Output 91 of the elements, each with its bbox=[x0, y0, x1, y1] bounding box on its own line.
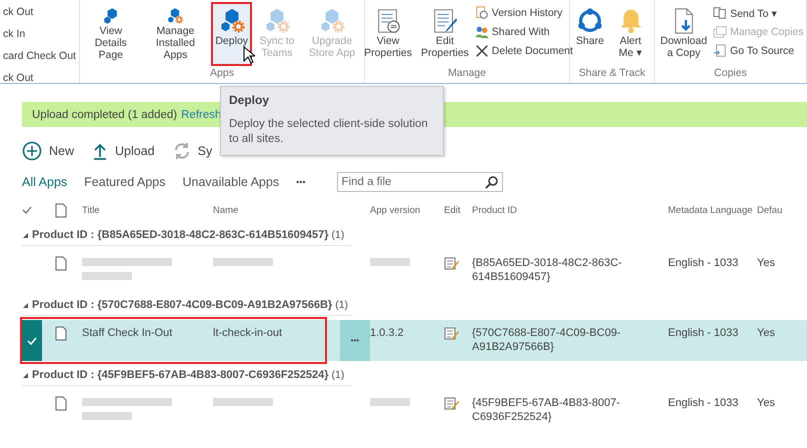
view-tab[interactable]: Featured Apps bbox=[84, 175, 166, 189]
title-cell: Staff Check In-Out bbox=[82, 326, 172, 340]
delete-icon bbox=[474, 44, 489, 58]
collapse-arrow-icon[interactable] bbox=[22, 302, 29, 308]
collapse-arrow-icon[interactable] bbox=[22, 372, 29, 378]
product-id-cell-text: {45F9BEF5-67AB-4B83-8007-C6936F252524} bbox=[472, 396, 621, 424]
mouse-cursor-icon bbox=[243, 46, 255, 64]
copies-icon bbox=[713, 25, 728, 39]
add-icon bbox=[22, 141, 42, 161]
group-label: Copies bbox=[714, 67, 747, 80]
column-header[interactable]: Title bbox=[82, 204, 100, 216]
language-cell: English - 1033 bbox=[668, 326, 738, 340]
default-cell: Yes bbox=[757, 396, 775, 410]
ribbon-button[interactable]: View Details Page bbox=[82, 2, 140, 66]
table-row[interactable]: Staff Check In-Out lt-check-in-out ••• 1.0.3.2 {570C7688-E807-4C09-BC09-A91B2A97566B} English - 1033 Yes bbox=[22, 320, 807, 361]
group-count: (1) bbox=[335, 299, 348, 311]
blurred-text bbox=[370, 398, 410, 406]
table-row[interactable]: {45F9BEF5-67AB-4B83-8007-C6936F252524} English - 1033 Yes bbox=[22, 390, 807, 431]
check-icon bbox=[22, 205, 32, 215]
ribbon-menu-item[interactable]: Delete Document bbox=[474, 43, 574, 59]
group-count: (1) bbox=[332, 369, 344, 381]
ribbon-button[interactable]: View Properties bbox=[360, 2, 416, 66]
ribbon-button[interactable]: Manage Installed Apps bbox=[140, 2, 210, 66]
version-cell: 1.0.3.2 bbox=[370, 326, 404, 340]
notification-text: Upload completed (1 added) bbox=[32, 108, 178, 120]
column-header[interactable]: App version bbox=[370, 204, 420, 216]
tooltip-title: Deploy bbox=[229, 93, 270, 107]
group-label: Manage bbox=[448, 67, 486, 80]
ribbon-button[interactable]: Edit Properties bbox=[416, 2, 473, 66]
ribbon-menu-item[interactable]: ck In bbox=[2, 27, 77, 41]
column-header[interactable]: Edit bbox=[444, 204, 460, 216]
ribbon-menu-item[interactable]: Send To ▾ bbox=[712, 5, 805, 21]
upload-icon bbox=[92, 142, 108, 160]
language-cell: English - 1033 bbox=[668, 396, 738, 410]
column-header[interactable]: Metadata Language bbox=[668, 204, 753, 216]
document-icon bbox=[55, 256, 67, 271]
more-button[interactable]: ••• bbox=[340, 320, 370, 361]
name-cell: lt-check-in-out bbox=[213, 326, 282, 340]
edit-icon bbox=[444, 396, 459, 411]
share-icon bbox=[576, 7, 604, 35]
ribbon-menu-item[interactable]: card Check Out bbox=[2, 49, 77, 63]
tooltip-text: Deploy the selected client-side solution to all sites. bbox=[229, 117, 429, 147]
ribbon-menu-item[interactable]: Version History bbox=[474, 5, 574, 21]
check-icon bbox=[27, 336, 37, 346]
blurred-text bbox=[213, 398, 273, 406]
more-views-button[interactable]: ••• bbox=[296, 177, 306, 187]
ribbon-button[interactable]: Share bbox=[572, 2, 608, 66]
document-icon bbox=[55, 326, 67, 341]
source-document-icon bbox=[713, 44, 728, 58]
group-heading: Product ID : {45F9BEF5-67AB-4B83-8007-C6936F252524} bbox=[32, 369, 329, 381]
document-icon bbox=[55, 202, 67, 218]
product-id-cell-text: {570C7688-E807-4C09-BC09-A91B2A97566B} bbox=[472, 326, 622, 354]
search-icon bbox=[484, 176, 498, 189]
blurred-text bbox=[370, 258, 410, 266]
sync-icon bbox=[172, 142, 191, 160]
ribbon-menu-item[interactable]: Go To Source bbox=[712, 43, 805, 59]
row-checkbox[interactable] bbox=[22, 320, 42, 361]
table-row[interactable]: {B85A65ED-3018-48C2-863C-614B51609457} English - 1033 Yes bbox=[22, 250, 807, 291]
column-header[interactable]: Name bbox=[213, 204, 238, 216]
ribbon-menu-item[interactable]: Shared With bbox=[474, 24, 574, 40]
command-button[interactable]: Upload bbox=[92, 142, 155, 160]
people-icon bbox=[474, 25, 489, 39]
ribbon-button[interactable]: Alert Me ▾ bbox=[609, 2, 652, 66]
column-header[interactable]: Defau bbox=[757, 204, 782, 216]
group-label: Apps bbox=[210, 67, 234, 80]
group-label: Share & Track bbox=[578, 67, 646, 80]
collapse-arrow-icon[interactable] bbox=[22, 232, 29, 238]
command-button[interactable]: New bbox=[22, 141, 74, 161]
product-id-cell-text: {B85A65ED-3018-48C2-863C-614B51609457} bbox=[472, 256, 623, 284]
history-icon bbox=[474, 6, 489, 20]
view-tab[interactable]: All Apps bbox=[22, 175, 68, 189]
column-header[interactable]: Product ID bbox=[472, 204, 517, 216]
send-document-icon bbox=[713, 6, 728, 20]
default-cell: Yes bbox=[757, 256, 775, 270]
edit-icon bbox=[444, 256, 459, 271]
ribbon-button[interactable]: Download a Copy bbox=[656, 2, 712, 66]
group-heading: Product ID : {570C7688-E807-4C09-BC09-A91B2A97566B} bbox=[32, 299, 332, 311]
refresh-link[interactable]: Refresh bbox=[181, 108, 222, 120]
ribbon-menu-item[interactable]: ck Out bbox=[2, 71, 77, 85]
ribbon-button[interactable]: Deploy bbox=[211, 2, 252, 66]
language-cell: English - 1033 bbox=[668, 256, 738, 270]
view-tab[interactable]: Unavailable Apps bbox=[182, 175, 280, 189]
search-field[interactable]: Find a file bbox=[336, 172, 503, 192]
group-heading: Product ID : {B85A65ED-3018-48C2-863C-614B51609457} bbox=[32, 229, 329, 241]
command-button[interactable]: Sy bbox=[172, 142, 212, 160]
group-count: (1) bbox=[332, 229, 344, 241]
ribbon-menu-item[interactable]: ck Out bbox=[2, 5, 77, 19]
blurred-text bbox=[213, 258, 273, 266]
edit-icon bbox=[444, 326, 459, 341]
document-icon bbox=[55, 396, 67, 411]
default-cell: Yes bbox=[757, 326, 775, 340]
